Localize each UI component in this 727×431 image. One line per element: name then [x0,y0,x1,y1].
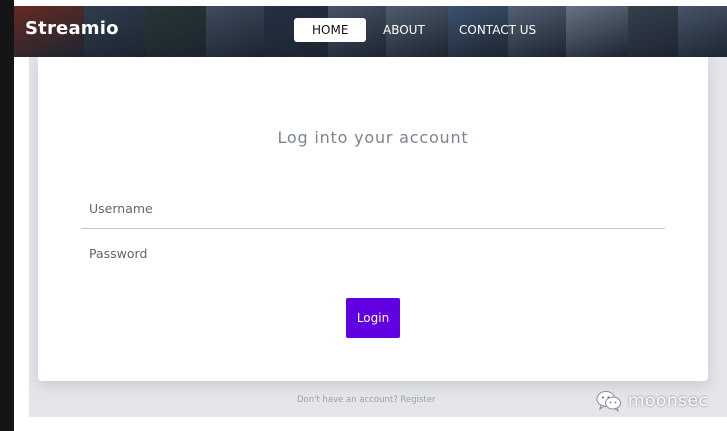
login-card: Log into your account Login [38,57,708,381]
register-link[interactable]: Don't have an account? Register [297,395,435,405]
nav-contact-us[interactable]: CONTACT US [459,18,536,42]
username-field[interactable] [81,188,665,229]
site-header: Streamio HOME ABOUT CONTACT US [14,6,727,57]
login-title: Log into your account [277,128,469,147]
watermark: moonsec [596,389,708,413]
wechat-icon [596,391,621,412]
login-button[interactable]: Login [346,298,400,338]
site-logo[interactable]: Streamio [25,18,119,39]
nav-about[interactable]: ABOUT [383,18,425,42]
watermark-text: moonsec [628,391,709,411]
page-left-edge [0,0,14,431]
banner-overlay [14,6,727,57]
nav-home[interactable]: HOME [294,18,367,42]
password-field[interactable] [81,237,665,269]
